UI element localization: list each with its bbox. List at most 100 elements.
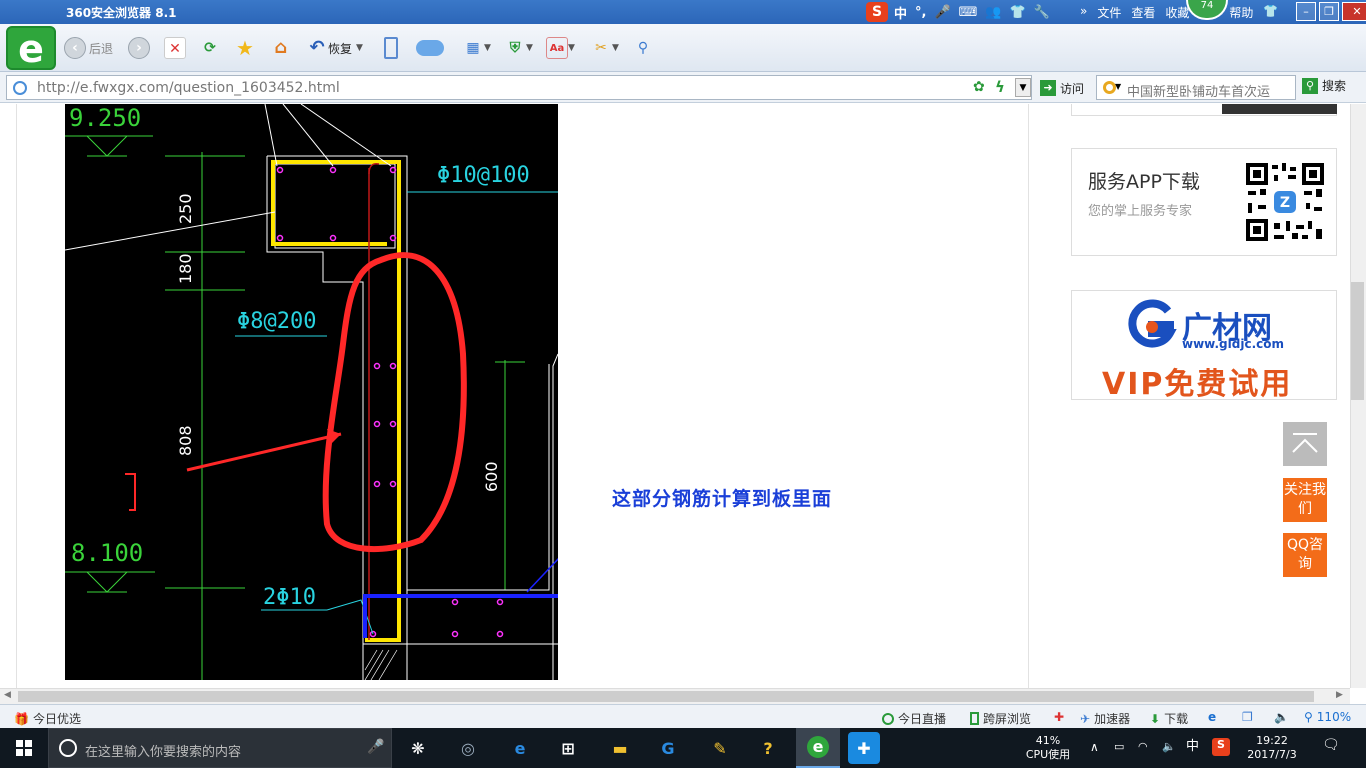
qq-consult-button[interactable]: QQ咨询 (1283, 533, 1327, 577)
today-picks[interactable]: 🎁 今日优选 (14, 710, 81, 727)
dim-808-label: 808 (176, 425, 195, 456)
notes-icon[interactable]: ✎ (704, 732, 736, 764)
ime-toolbar[interactable]: S 中 °, 🎤 ⌨ 👥 👕 🔧 (866, 2, 1052, 22)
chevron-icon[interactable]: » (1080, 4, 1087, 21)
zoom-button[interactable]: ⚲ (632, 36, 654, 60)
page-content: 9.250 8.100 250 180 808 Φ10@100 Φ8@200 2… (0, 104, 1350, 688)
edge-icon[interactable]: e (504, 732, 536, 764)
restore-button[interactable]: ↶ 恢复 ▼ (306, 36, 362, 60)
microphone-icon[interactable]: 🎤 (932, 5, 952, 20)
close-button[interactable]: ✕ (1342, 2, 1366, 21)
window-title: 360安全浏览器 8.1 (66, 6, 177, 20)
cross-screen[interactable]: 跨屏浏览 (970, 710, 1031, 727)
menu-help[interactable]: 帮助 (1229, 4, 1253, 21)
medkit-button[interactable]: ✚ (1054, 710, 1064, 724)
punctuation-icon[interactable]: °, (913, 5, 928, 20)
minimize-button[interactable]: – (1296, 2, 1316, 21)
gldjc-url: www.gldjc.com (1182, 337, 1284, 351)
cloud-button[interactable] (416, 36, 444, 60)
mobile-button[interactable] (384, 36, 398, 60)
loading-icon: ✿ (973, 79, 985, 95)
back-to-top-button[interactable] (1283, 422, 1327, 466)
accelerator[interactable]: ✈ 加速器 (1080, 710, 1130, 727)
screenshot-button[interactable]: ✂ ▼ (590, 36, 619, 60)
search-button[interactable]: ⚲ 搜索 (1302, 77, 1346, 94)
dim-250-label: 250 (176, 193, 195, 224)
sogou-ime-icon[interactable]: S (866, 2, 888, 22)
sogou-tray-icon[interactable]: S (1212, 738, 1230, 756)
phone-icon (384, 37, 398, 59)
zoom-level[interactable]: ⚲ 110% (1304, 710, 1351, 724)
app-title: 服务APP下载 (1088, 171, 1200, 193)
gift-icon: 🎁 (14, 711, 29, 726)
cloud-icon (416, 40, 444, 56)
back-arrow-icon: ‹ (64, 37, 86, 59)
browser-logo-icon[interactable]: e (6, 26, 56, 70)
qr-code-icon: Z (1244, 161, 1326, 243)
taskbar-search[interactable]: 在这里输入你要搜索的内容 🎤 (48, 728, 392, 768)
tray-chevron-icon[interactable]: ∧ (1090, 740, 1099, 754)
store-icon[interactable]: ⊞ (552, 732, 584, 764)
menu-file[interactable]: 文件 (1097, 4, 1121, 21)
maximize-button[interactable]: ❐ (1319, 2, 1339, 21)
today-live[interactable]: 今日直播 (882, 710, 946, 727)
scroll-right-icon[interactable]: ▶ (1336, 690, 1343, 700)
horizontal-scroll-thumb[interactable] (18, 691, 1314, 702)
wrench-icon[interactable]: 🔧 (1032, 5, 1052, 20)
address-bar[interactable]: http://e.fwxgx.com/question_1603452.html… (6, 75, 1032, 100)
vertical-scroll-thumb[interactable] (1351, 282, 1364, 400)
microphone-icon[interactable]: 🎤 (367, 739, 384, 755)
notification-icon[interactable]: 🗨 (1322, 738, 1340, 752)
skin-icon[interactable]: 👕 (1008, 5, 1028, 20)
volume-button[interactable]: 🔈 (1274, 710, 1289, 724)
gldjc-logo-icon (1128, 299, 1177, 348)
help-app-icon[interactable]: ? (752, 732, 784, 764)
battery-icon[interactable]: ▭ (1114, 740, 1124, 754)
refresh-icon: ⟳ (204, 40, 216, 56)
downloads[interactable]: ⬇ 下载 (1150, 710, 1188, 727)
browser-taskbar-icon[interactable]: e (796, 728, 840, 768)
home-button[interactable]: ⌂ (270, 36, 292, 60)
wifi-icon[interactable]: ◠ (1138, 740, 1148, 754)
browser-toolbar: e ‹ 后退 › ✕ ⟳ ★ ⌂ ↶ 恢复 ▼ ▦ ▼ ⛨ ▼ Aa ▼ ✂ ▼ (0, 24, 1366, 72)
dim-600-label: 600 (482, 461, 501, 492)
search-input[interactable]: ▼ 中国新型卧铺动车首次运 (1096, 75, 1296, 100)
lightning-icon[interactable]: ϟ (995, 78, 1005, 96)
file-explorer-icon[interactable]: ▬ (604, 732, 636, 764)
shirt-icon[interactable]: 👕 (1263, 4, 1278, 21)
visit-button[interactable]: ➜ 访问 (1040, 76, 1084, 100)
scroll-left-icon[interactable]: ◀ (4, 690, 11, 700)
clock[interactable]: 19:22 2017/7/3 (1244, 734, 1300, 762)
back-button[interactable]: ‹ 后退 (64, 36, 113, 60)
forward-button[interactable]: › (128, 36, 150, 60)
apps-button[interactable]: ▦ ▼ (462, 36, 491, 60)
menu-favorites[interactable]: 收藏 (1165, 4, 1189, 21)
network-app-icon[interactable]: ◎ (452, 732, 484, 764)
translate-button[interactable]: Aa ▼ (546, 36, 575, 60)
zoom-icon: ⚲ (1304, 710, 1313, 724)
task-view-icon[interactable]: ❋ (402, 732, 434, 764)
ime-mode-label[interactable]: 中 (892, 3, 909, 22)
window-mode-button[interactable]: ❐ (1242, 710, 1253, 724)
scissors-icon: ✂ (595, 40, 607, 56)
ie-mode-button[interactable]: e (1208, 710, 1216, 724)
refresh-button[interactable]: ⟳ (199, 36, 221, 60)
shield-button[interactable]: ⛨ ▼ (504, 36, 533, 60)
start-button[interactable] (0, 728, 48, 768)
volume-icon[interactable]: 🔈 (1162, 740, 1176, 754)
url-text[interactable]: http://e.fwxgx.com/question_1603452.html (37, 80, 340, 96)
stop-button[interactable]: ✕ (164, 36, 186, 60)
gldjc-ad-card[interactable]: 广材网 www.gldjc.com VIP免费试用 (1071, 290, 1337, 402)
ime-indicator[interactable]: 中 (1186, 740, 1199, 754)
favorite-button[interactable]: ★ (234, 36, 256, 60)
teamviewer-icon[interactable]: ✚ (848, 732, 880, 764)
url-dropdown-icon[interactable]: ▼ (1015, 78, 1031, 97)
users-icon[interactable]: 👥 (983, 5, 1003, 20)
cpu-usage[interactable]: 41% CPU使用 (1024, 734, 1072, 762)
follow-us-button[interactable]: 关注我们 (1283, 478, 1327, 522)
glodon-icon[interactable]: G (652, 732, 684, 764)
play-icon (882, 712, 894, 725)
app-download-card[interactable]: 服务APP下载 您的掌上服务专家 Z (1071, 148, 1337, 256)
menu-view[interactable]: 查看 (1131, 4, 1155, 21)
keyboard-icon[interactable]: ⌨ (957, 5, 980, 20)
